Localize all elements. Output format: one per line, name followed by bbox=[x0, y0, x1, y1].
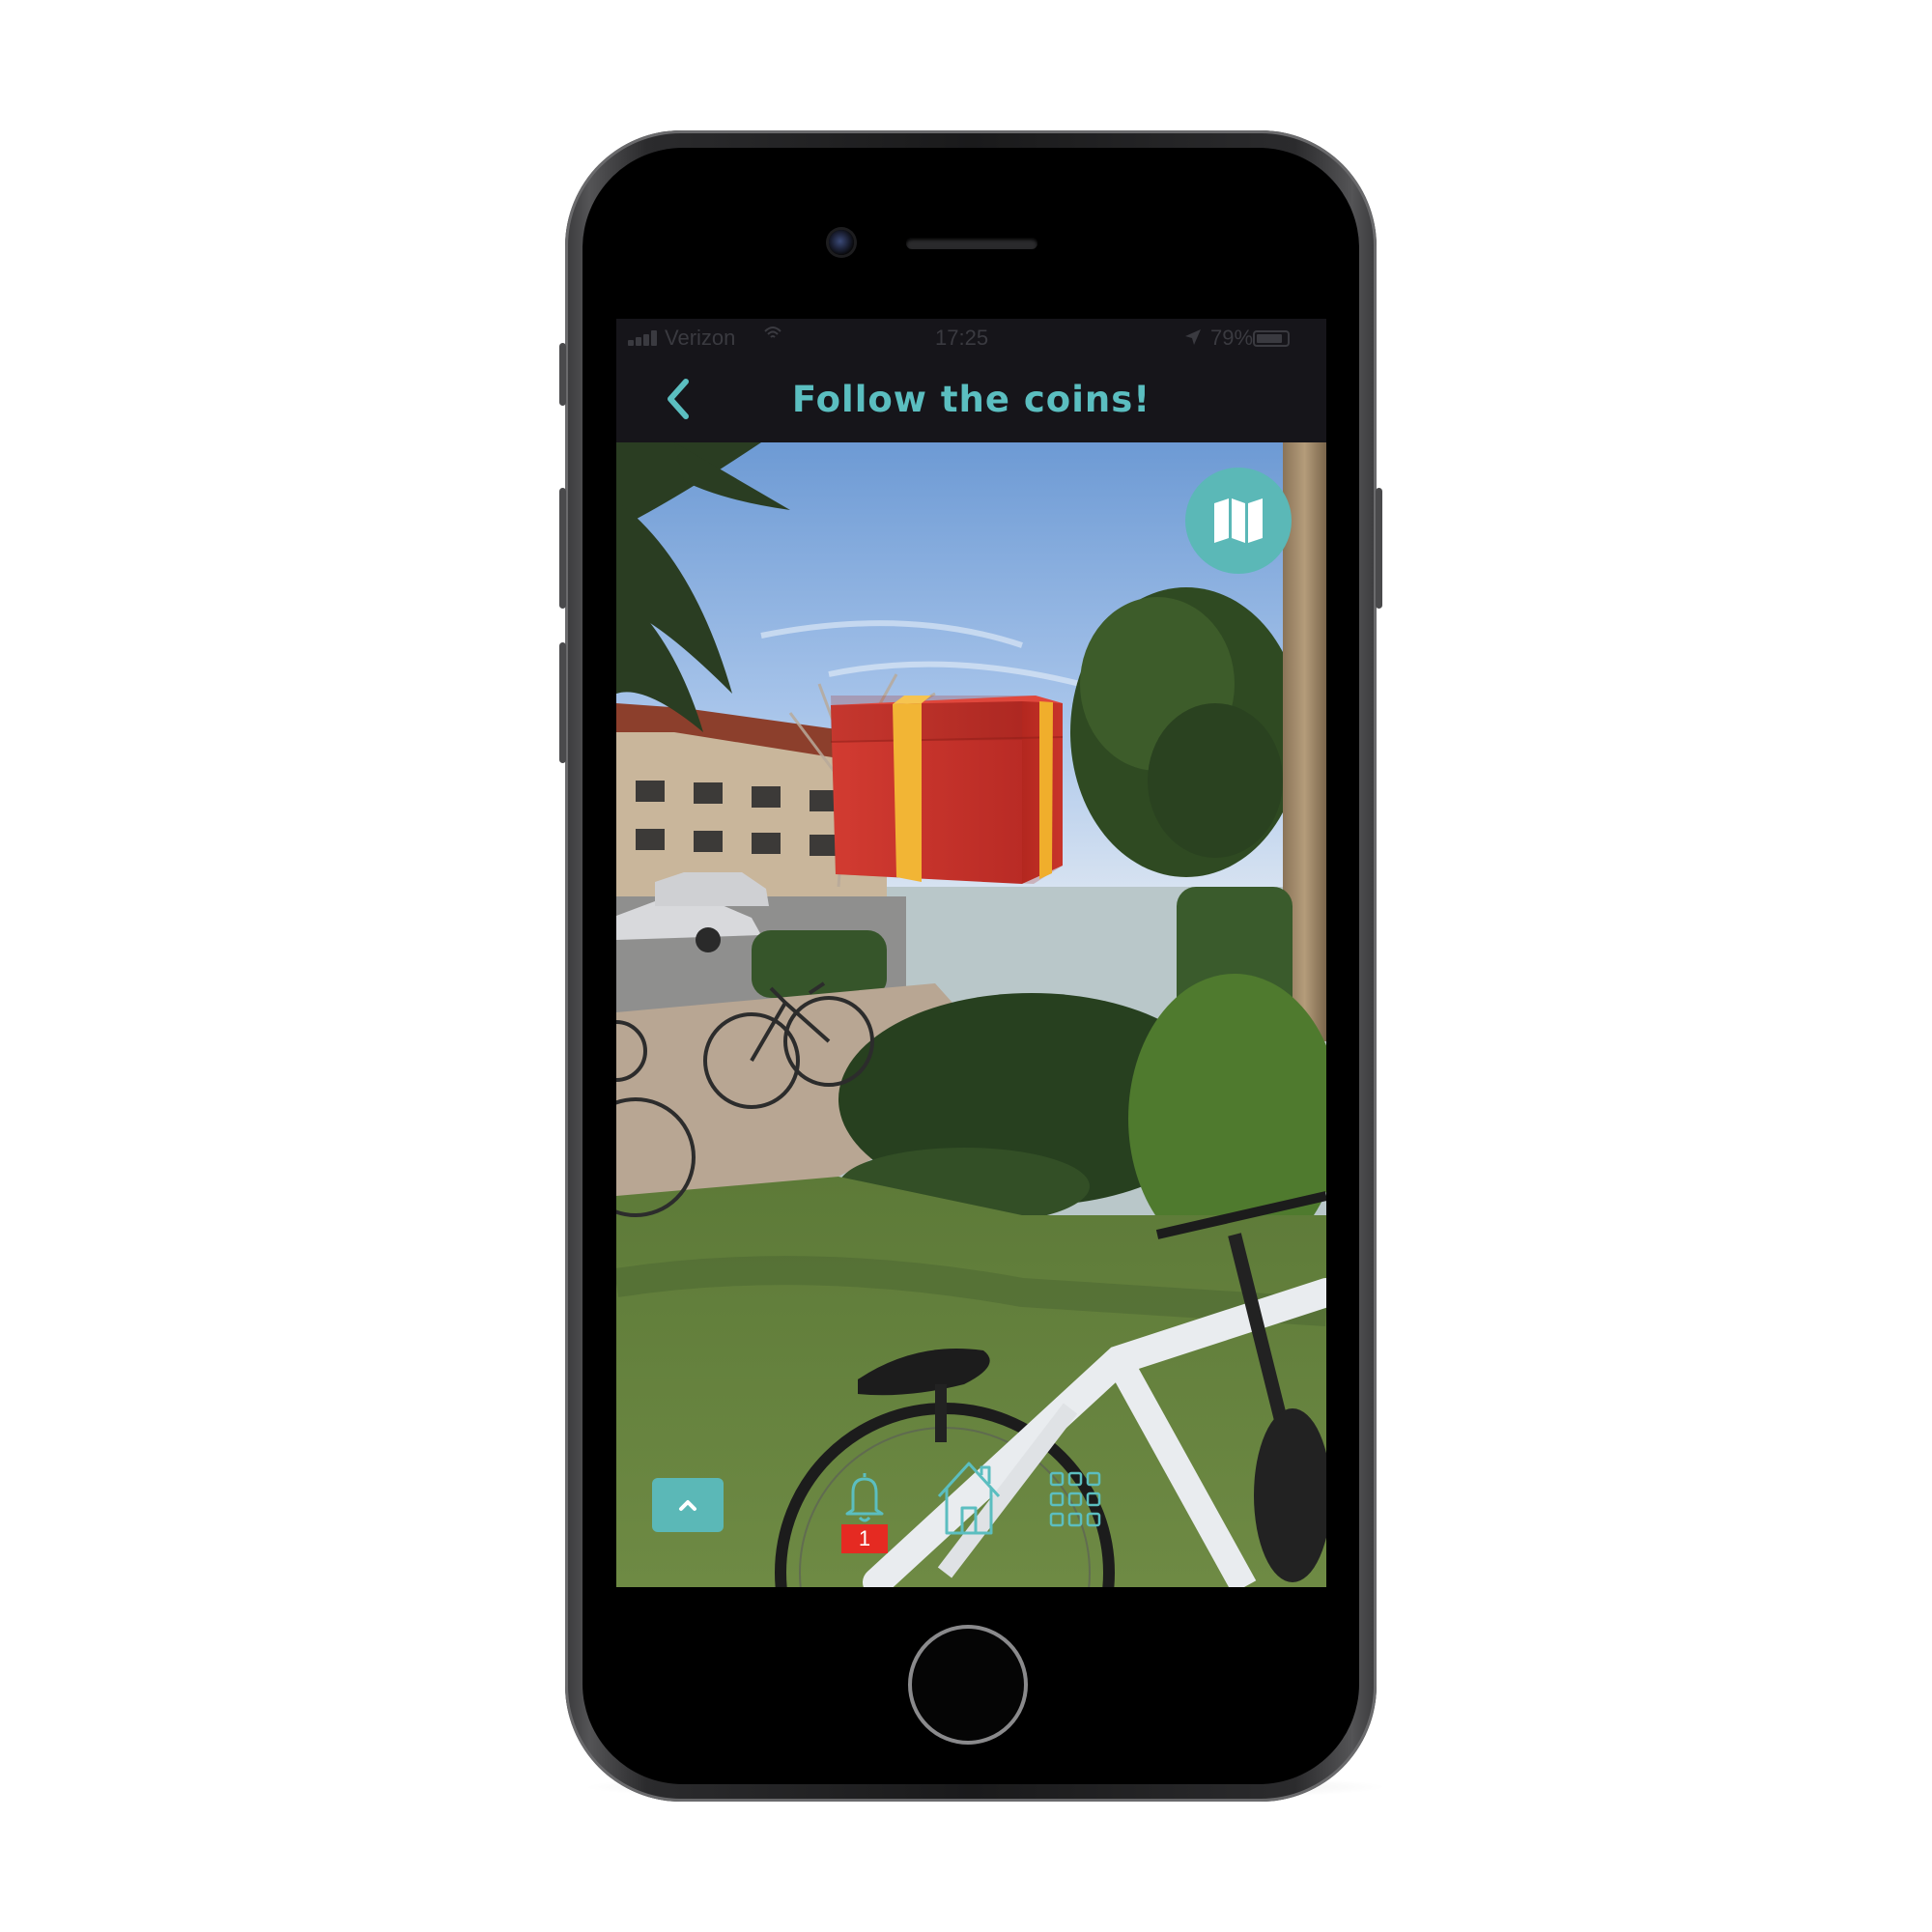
earpiece-speaker bbox=[906, 238, 1037, 249]
chevron-left-icon bbox=[668, 379, 689, 419]
location-arrow-icon bbox=[1184, 327, 1202, 352]
hardware-home-button[interactable] bbox=[908, 1625, 1028, 1745]
map-button[interactable] bbox=[1185, 468, 1292, 574]
signal-icon bbox=[628, 330, 661, 346]
gift-box-ar-object bbox=[830, 696, 1064, 884]
notifications-button[interactable] bbox=[841, 1467, 888, 1525]
home-icon bbox=[937, 1462, 1001, 1535]
bottom-toolbar: 1 bbox=[616, 1442, 1326, 1587]
status-bar: Verizon 17:25 79% bbox=[616, 319, 1326, 357]
battery-percentage: 79% bbox=[1210, 326, 1254, 350]
power-button bbox=[1376, 488, 1382, 609]
battery-icon bbox=[1253, 330, 1290, 347]
chevron-up-icon bbox=[679, 1500, 696, 1511]
grid-icon bbox=[1049, 1471, 1101, 1527]
camera-feed-scene bbox=[616, 442, 1326, 1587]
navigation-bar: Follow the coins! bbox=[616, 357, 1326, 442]
ar-camera-view[interactable]: 1 bbox=[616, 442, 1326, 1587]
wifi-icon bbox=[763, 324, 782, 349]
carrier-label: Verizon bbox=[665, 326, 736, 350]
page-title: Follow the coins! bbox=[791, 379, 1151, 420]
home-button[interactable] bbox=[933, 1458, 1005, 1539]
mute-switch bbox=[559, 343, 566, 406]
bell-icon bbox=[845, 1473, 884, 1522]
phone-screen: Verizon 17:25 79% Follow the coins! 1 bbox=[616, 319, 1326, 1587]
volume-down-button bbox=[559, 642, 566, 763]
notification-count-badge: 1 bbox=[841, 1524, 888, 1553]
expand-button[interactable] bbox=[652, 1478, 724, 1532]
grid-menu-button[interactable] bbox=[1049, 1471, 1101, 1527]
status-time: 17:25 bbox=[935, 326, 989, 350]
volume-up-button bbox=[559, 488, 566, 609]
front-camera bbox=[829, 230, 854, 255]
map-icon bbox=[1214, 498, 1263, 543]
back-button[interactable] bbox=[655, 375, 703, 423]
